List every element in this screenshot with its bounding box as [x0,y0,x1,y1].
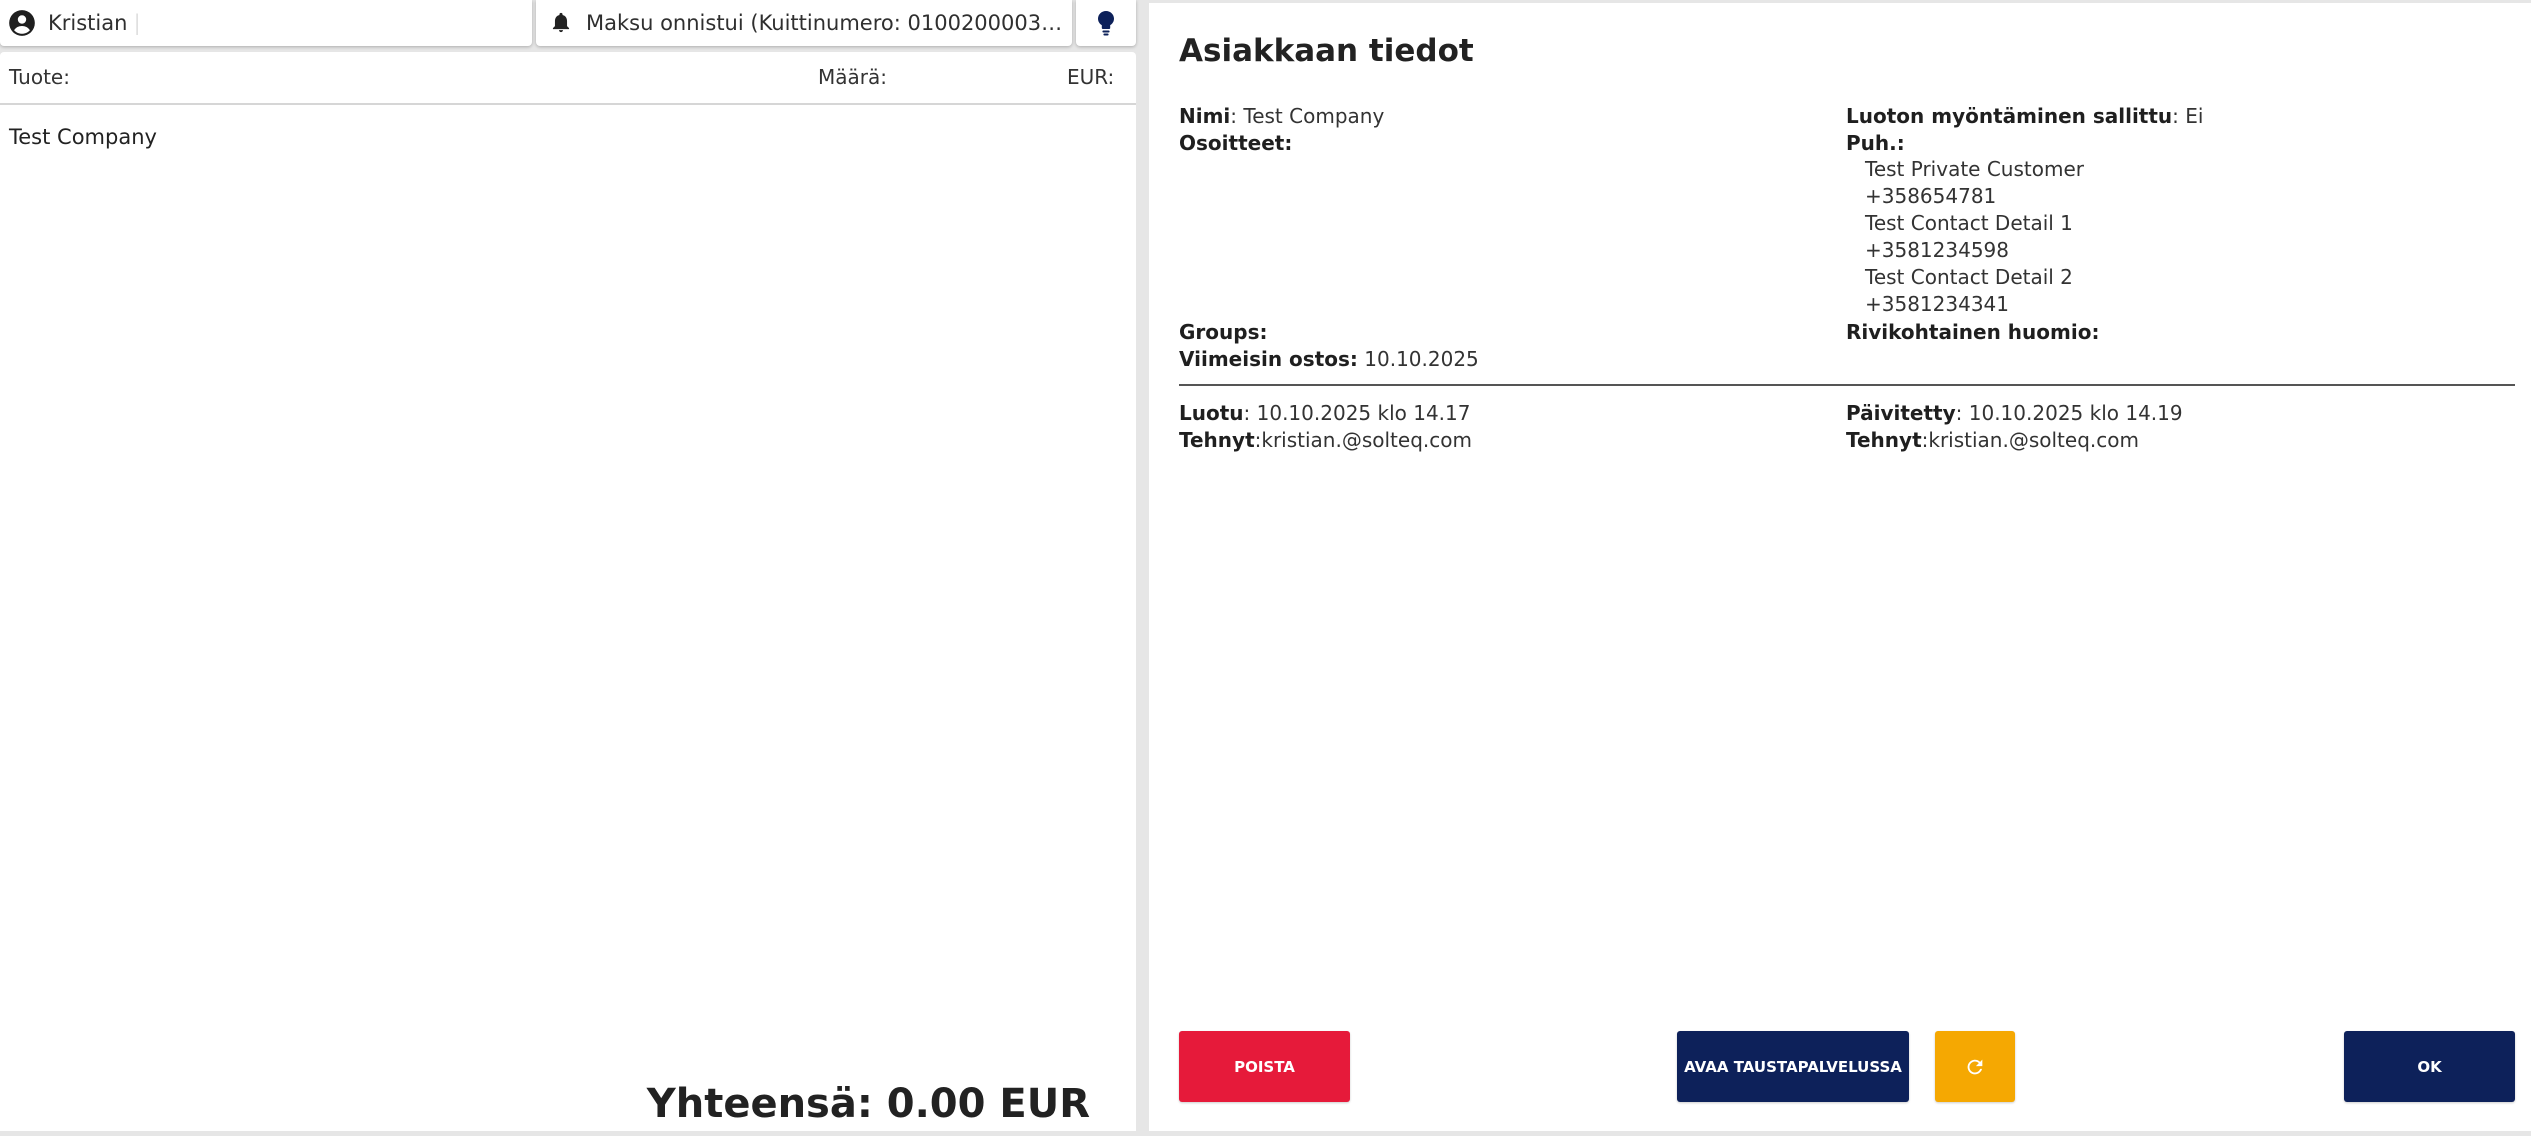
last-purchase-value: 10.10.2025 [1357,347,1479,371]
phone-entry: +3581234598 [1865,238,2010,262]
row-note: Rivikohtainen huomio: [1846,319,2099,346]
created-by-value: :kristian.@solteq.com [1254,428,1472,452]
open-backoffice-button[interactable]: AVAA TAUSTAPALVELUSSA [1677,1031,1909,1102]
tips-button[interactable] [1076,0,1136,46]
phone-entry: Test Contact Detail 2 [1865,265,2073,289]
divider [1179,384,2515,386]
customer-addresses: Osoitteet: [1179,130,1292,157]
updated-by: Tehnyt:kristian.@solteq.com [1846,427,2139,454]
panel-title: Asiakkaan tiedot [1179,33,1474,69]
user-name: Kristian [48,11,128,35]
phone-entry: Test Contact Detail 1 [1865,211,2073,235]
addresses-label: Osoitteet: [1179,131,1293,155]
created-info: Luotu: 10.10.2025 klo 14.17 [1179,400,1470,427]
top-bar: Kristian | Maksu onnistui (Kuittinumero:… [0,0,1136,48]
updated-by-label: Tehnyt [1846,428,1922,452]
notification-text: Maksu onnistui (Kuittinumero: 0100200003… [586,11,1072,35]
refresh-icon [1967,1059,1983,1074]
groups-label: Groups: [1179,320,1268,344]
credit-value: : Ei [2172,104,2204,128]
order-customer[interactable]: Test Company [9,125,157,149]
ok-button[interactable]: OK [2344,1031,2515,1102]
phone-heading: Puh.: [1846,130,1905,157]
phone-entry: +3581234341 [1865,292,2010,316]
order-total: Yhteensä: 0.00 EUR [646,1081,1090,1127]
account-circle-icon [9,10,35,36]
name-label: Nimi [1179,104,1231,128]
column-eur: EUR: [1067,65,1115,89]
phone-entry: Test Private Customer [1865,157,2084,181]
last-purchase-label: Viimeisin ostos: [1179,347,1358,371]
column-product: Tuote: [9,65,70,89]
updated-by-value: :kristian.@solteq.com [1921,428,2139,452]
created-by: Tehnyt:kristian.@solteq.com [1179,427,1472,454]
created-value: : 10.10.2025 klo 14.17 [1243,401,1471,425]
name-value: : Test Company [1230,104,1385,128]
phone-entry: +358654781 [1865,184,1997,208]
refresh-button[interactable] [1935,1031,2015,1102]
customer-groups: Groups: [1179,319,1267,346]
credit-label: Luoton myöntäminen sallittu [1846,104,2173,128]
bell-icon [552,12,570,33]
row-note-label: Rivikohtainen huomio: [1846,320,2100,344]
delete-button[interactable]: POISTA [1179,1031,1350,1102]
credit-allowed: Luoton myöntäminen sallittu: Ei [1846,103,2203,130]
customer-details-panel: Asiakkaan tiedot Nimi: Test Company Osoi… [1149,3,2531,1131]
user-menu[interactable]: Kristian | [0,0,532,46]
order-panel: Kristian | Maksu onnistui (Kuittinumero:… [0,0,1136,1131]
column-quantity: Määrä: [818,65,887,89]
customer-name: Nimi: Test Company [1179,103,1384,130]
lightbulb-icon [1098,11,1114,36]
notification-bar[interactable]: Maksu onnistui (Kuittinumero: 0100200003… [536,0,1072,46]
last-purchase: Viimeisin ostos: 10.10.2025 [1179,346,1479,373]
text-caret: | [133,11,141,35]
phone-list: Test Private Customer +358654781 Test Co… [1865,156,2084,318]
order-header: Tuote: Määrä: EUR: [0,52,1136,105]
created-label: Luotu [1179,401,1244,425]
updated-info: Päivitetty: 10.10.2025 klo 14.19 [1846,400,2183,427]
created-by-label: Tehnyt [1179,428,1255,452]
updated-value: : 10.10.2025 klo 14.19 [1955,401,2183,425]
order-list: Tuote: Määrä: EUR: Test Company Yhteensä… [0,52,1136,1131]
phone-label: Puh.: [1846,131,1905,155]
updated-label: Päivitetty [1846,401,1956,425]
